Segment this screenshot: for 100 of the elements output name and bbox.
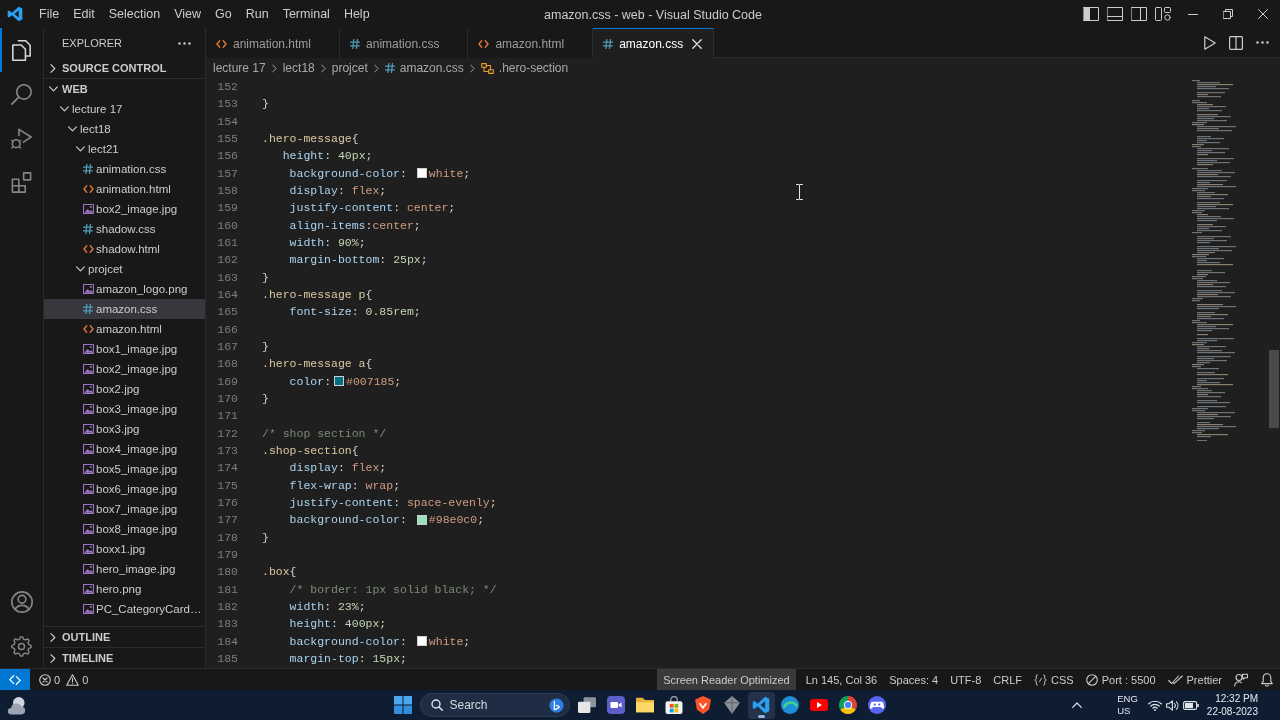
layout-left-icon[interactable]	[1083, 7, 1099, 21]
tree-item[interactable]: box8_image.jpg	[44, 519, 205, 539]
status-item[interactable]: Prettier	[1161, 669, 1228, 690]
chevron-down-icon[interactable]	[59, 106, 69, 112]
tree-item[interactable]: animation.css	[44, 159, 205, 179]
more-icon[interactable]	[1255, 41, 1269, 44]
minimap[interactable]	[1192, 80, 1236, 442]
files-icon[interactable]	[11, 39, 32, 61]
breadcrumb-item[interactable]: projcet	[331, 61, 368, 75]
breadcrumb-item[interactable]: .hero-section	[480, 61, 569, 75]
tree-item[interactable]: box2_image.jpg	[44, 199, 205, 219]
menu-item[interactable]: File	[32, 0, 67, 28]
layout-bottom-icon[interactable]	[1107, 7, 1123, 21]
wave-circle-icon[interactable]	[781, 696, 799, 714]
close-icon[interactable]	[692, 38, 703, 49]
run-debug-icon[interactable]	[11, 127, 32, 149]
segmented-circle-icon[interactable]	[839, 696, 857, 714]
gear-icon[interactable]	[11, 635, 32, 657]
status-item[interactable]: CSS	[1028, 669, 1080, 690]
chevron-down-icon[interactable]	[75, 146, 85, 152]
layout-right-icon[interactable]	[1131, 7, 1147, 21]
tree-item[interactable]: projcet	[44, 259, 205, 279]
circle-logo-icon[interactable]	[548, 697, 564, 713]
four-squares-icon[interactable]	[393, 696, 412, 714]
tree-item[interactable]: box7_image.jpg	[44, 499, 205, 519]
weather-icon[interactable]	[6, 695, 26, 715]
chevron-right-icon[interactable]	[50, 653, 56, 663]
tree-item[interactable]: box2.jpg	[44, 379, 205, 399]
battery-icon[interactable]	[1182, 700, 1199, 710]
video-camera-icon[interactable]	[607, 696, 625, 714]
chevron-right-icon[interactable]	[50, 63, 56, 73]
chevron-right-icon[interactable]	[50, 632, 56, 642]
ribbon-logo-icon[interactable]	[752, 696, 770, 714]
tree-item[interactable]: hero_image.jpg	[44, 559, 205, 579]
problems-button[interactable]: 0 0	[30, 669, 100, 690]
remote-button[interactable]	[0, 669, 30, 690]
tree-item[interactable]: shadow.css	[44, 219, 205, 239]
keyboard-language[interactable]: ENG	[1117, 693, 1138, 705]
layout-grid-icon[interactable]	[1155, 7, 1171, 21]
tree-item[interactable]: box2_image.jpg	[44, 359, 205, 379]
menu-item[interactable]: Edit	[66, 0, 102, 28]
status-item[interactable]: Ln 145, Col 36	[799, 669, 884, 690]
account-icon[interactable]	[11, 591, 33, 613]
taskbar-button[interactable]	[747, 691, 775, 719]
minimize-icon[interactable]	[1187, 13, 1198, 15]
search-icon[interactable]	[11, 83, 32, 105]
tab[interactable]: animation.html	[206, 28, 341, 58]
menu-item[interactable]: Go	[208, 0, 239, 28]
section-header[interactable]: SOURCE CONTROL	[44, 58, 205, 78]
tree-item[interactable]: lect18	[44, 119, 205, 139]
chevron-up-icon[interactable]	[1072, 702, 1083, 708]
bell-icon[interactable]	[1261, 672, 1273, 687]
tree-item[interactable]: shadow.html	[44, 239, 205, 259]
chevron-down-icon[interactable]	[75, 266, 85, 272]
menu-item[interactable]: Selection	[101, 0, 168, 28]
status-item[interactable]: Spaces: 4	[883, 669, 945, 690]
tab[interactable]: amazon.html	[468, 28, 594, 58]
menu-item[interactable]: View	[167, 0, 208, 28]
tree-item[interactable]: box6_image.jpg	[44, 479, 205, 499]
keyboard-region[interactable]: US	[1117, 705, 1138, 717]
breadcrumb-item[interactable]: lecture 17	[213, 61, 266, 75]
breadcrumb-item[interactable]: amazon.css	[384, 61, 464, 75]
scrollbar-thumb[interactable]	[1269, 350, 1279, 428]
status-item[interactable]: Screen Reader Optimized	[657, 669, 796, 690]
play-icon[interactable]	[1204, 35, 1216, 50]
gem-icon[interactable]	[723, 696, 741, 714]
tree-item[interactable]: box3.jpg	[44, 419, 205, 439]
section-header[interactable]: TIMELINE	[44, 648, 205, 668]
restore-icon[interactable]	[1222, 9, 1233, 19]
breadcrumb-item[interactable]: lect18	[282, 61, 315, 75]
shopping-bag-icon[interactable]	[665, 696, 683, 714]
more-icon[interactable]	[178, 41, 191, 45]
wifi-icon[interactable]	[1147, 699, 1162, 711]
tree-item[interactable]: box3_image.jpg	[44, 399, 205, 419]
status-item[interactable]: CRLF	[987, 669, 1029, 690]
search-field[interactable]: Search	[419, 693, 570, 717]
overlapping-windows-icon[interactable]	[578, 696, 596, 714]
tree-item[interactable]: hero.png	[44, 579, 205, 599]
menu-item[interactable]: Terminal	[275, 0, 337, 28]
tree-item[interactable]: boxx1.jpg	[44, 539, 205, 559]
tree-item[interactable]: lect21	[44, 139, 205, 159]
tab[interactable]: amazon.css	[593, 28, 715, 58]
chevron-down-icon[interactable]	[48, 86, 58, 92]
speaker-icon[interactable]	[1165, 699, 1179, 711]
blocks-icon[interactable]	[11, 171, 32, 193]
tree-item[interactable]: PC_CategoryCard…	[44, 599, 205, 619]
status-item[interactable]: UTF-8	[944, 669, 988, 690]
clock-date[interactable]: 22-08-2023	[1206, 705, 1258, 718]
tree-item[interactable]: lecture 17	[44, 99, 205, 119]
tree-item[interactable]: animation.html	[44, 179, 205, 199]
feedback-icon[interactable]	[1234, 672, 1248, 687]
split-editor-icon[interactable]	[1229, 35, 1243, 50]
tree-item[interactable]: box1_image.jpg	[44, 339, 205, 359]
shield-icon[interactable]	[694, 696, 712, 714]
menu-item[interactable]: Help	[336, 0, 377, 28]
section-header[interactable]: OUTLINE	[44, 627, 205, 647]
tree-item[interactable]: box5_image.jpg	[44, 459, 205, 479]
tree-item[interactable]: amazon.html	[44, 319, 205, 339]
menu-item[interactable]: Run	[238, 0, 276, 28]
tab[interactable]: animation.css	[340, 28, 469, 58]
